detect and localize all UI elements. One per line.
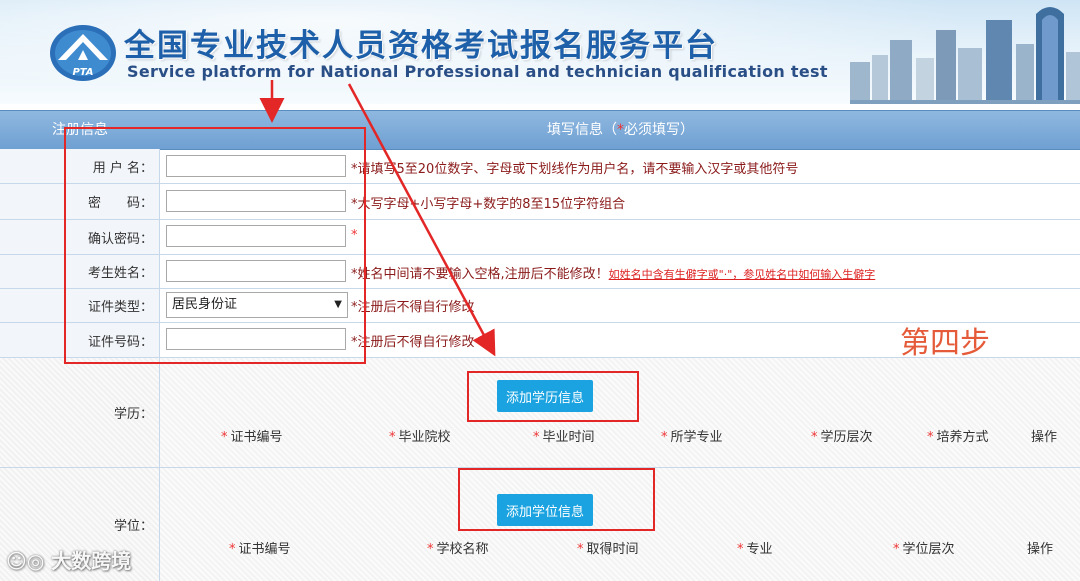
watermark: ☺◎ 大数跨境	[6, 545, 131, 574]
education-col-action: 操作	[1031, 430, 1058, 445]
annotation-box-registration	[64, 127, 366, 364]
rare-char-help-link[interactable]: 如姓名中含有生僻字或"·"，参见姓名中如何输入生僻字	[609, 268, 876, 281]
degree-col-time: * 取得时间	[577, 542, 639, 557]
degree-col-level: * 学位层次	[893, 542, 955, 557]
watermark-logo-icon: ☺◎	[6, 549, 52, 573]
education-col-cert-number: * 证书编号	[221, 430, 283, 445]
degree-col-cert-number: * 证书编号	[229, 542, 291, 557]
education-label: 学历：	[0, 358, 160, 467]
password-hint: *大写字母+小写字母+数字的8至15位字符组合	[351, 197, 626, 212]
education-col-school: * 毕业院校	[389, 430, 451, 445]
site-subtitle: Service platform for National Profession…	[127, 62, 828, 81]
logo-text: PTA	[72, 67, 93, 78]
education-col-mode: * 培养方式	[927, 430, 989, 445]
education-col-level: * 学历层次	[811, 430, 873, 445]
id-number-hint: *注册后不得自行修改	[351, 335, 475, 350]
annotation-box-education	[467, 371, 639, 422]
name-hint: *姓名中间请不要输入空格,注册后不能修改！如姓名中含有生僻字或"·"，参见姓名中…	[351, 263, 875, 282]
education-col-major: * 所学专业	[661, 430, 723, 445]
step-annotation: 第四步	[900, 326, 990, 361]
required-mark: *	[617, 122, 624, 138]
watermark-text: 大数跨境	[51, 549, 132, 573]
education-col-grad-time: * 毕业时间	[533, 430, 595, 445]
degree-col-major: * 专业	[737, 542, 773, 557]
degree-col-action: 操作	[1027, 542, 1054, 557]
name-hint-text: *姓名中间请不要输入空格,注册后不能修改！	[351, 267, 609, 282]
id-type-hint: *注册后不得自行修改	[351, 300, 475, 315]
degree-col-school: * 学校名称	[427, 542, 489, 557]
skyline-icon	[850, 7, 1080, 104]
site-title: 全国专业技术人员资格考试报名服务平台	[124, 28, 718, 64]
pta-logo-icon: PTA	[50, 25, 116, 81]
fill-info-suffix: 必须填写）	[624, 122, 694, 138]
fill-info-prefix: 填写信息（	[547, 122, 617, 138]
annotation-box-degree	[458, 468, 655, 531]
site-header: PTA 全国专业技术人员资格考试报名服务平台 Service platform …	[0, 0, 1080, 104]
username-hint: *请填写5至20位数字、字母或下划线作为用户名，请不要输入汉字或其他符号	[351, 162, 799, 177]
